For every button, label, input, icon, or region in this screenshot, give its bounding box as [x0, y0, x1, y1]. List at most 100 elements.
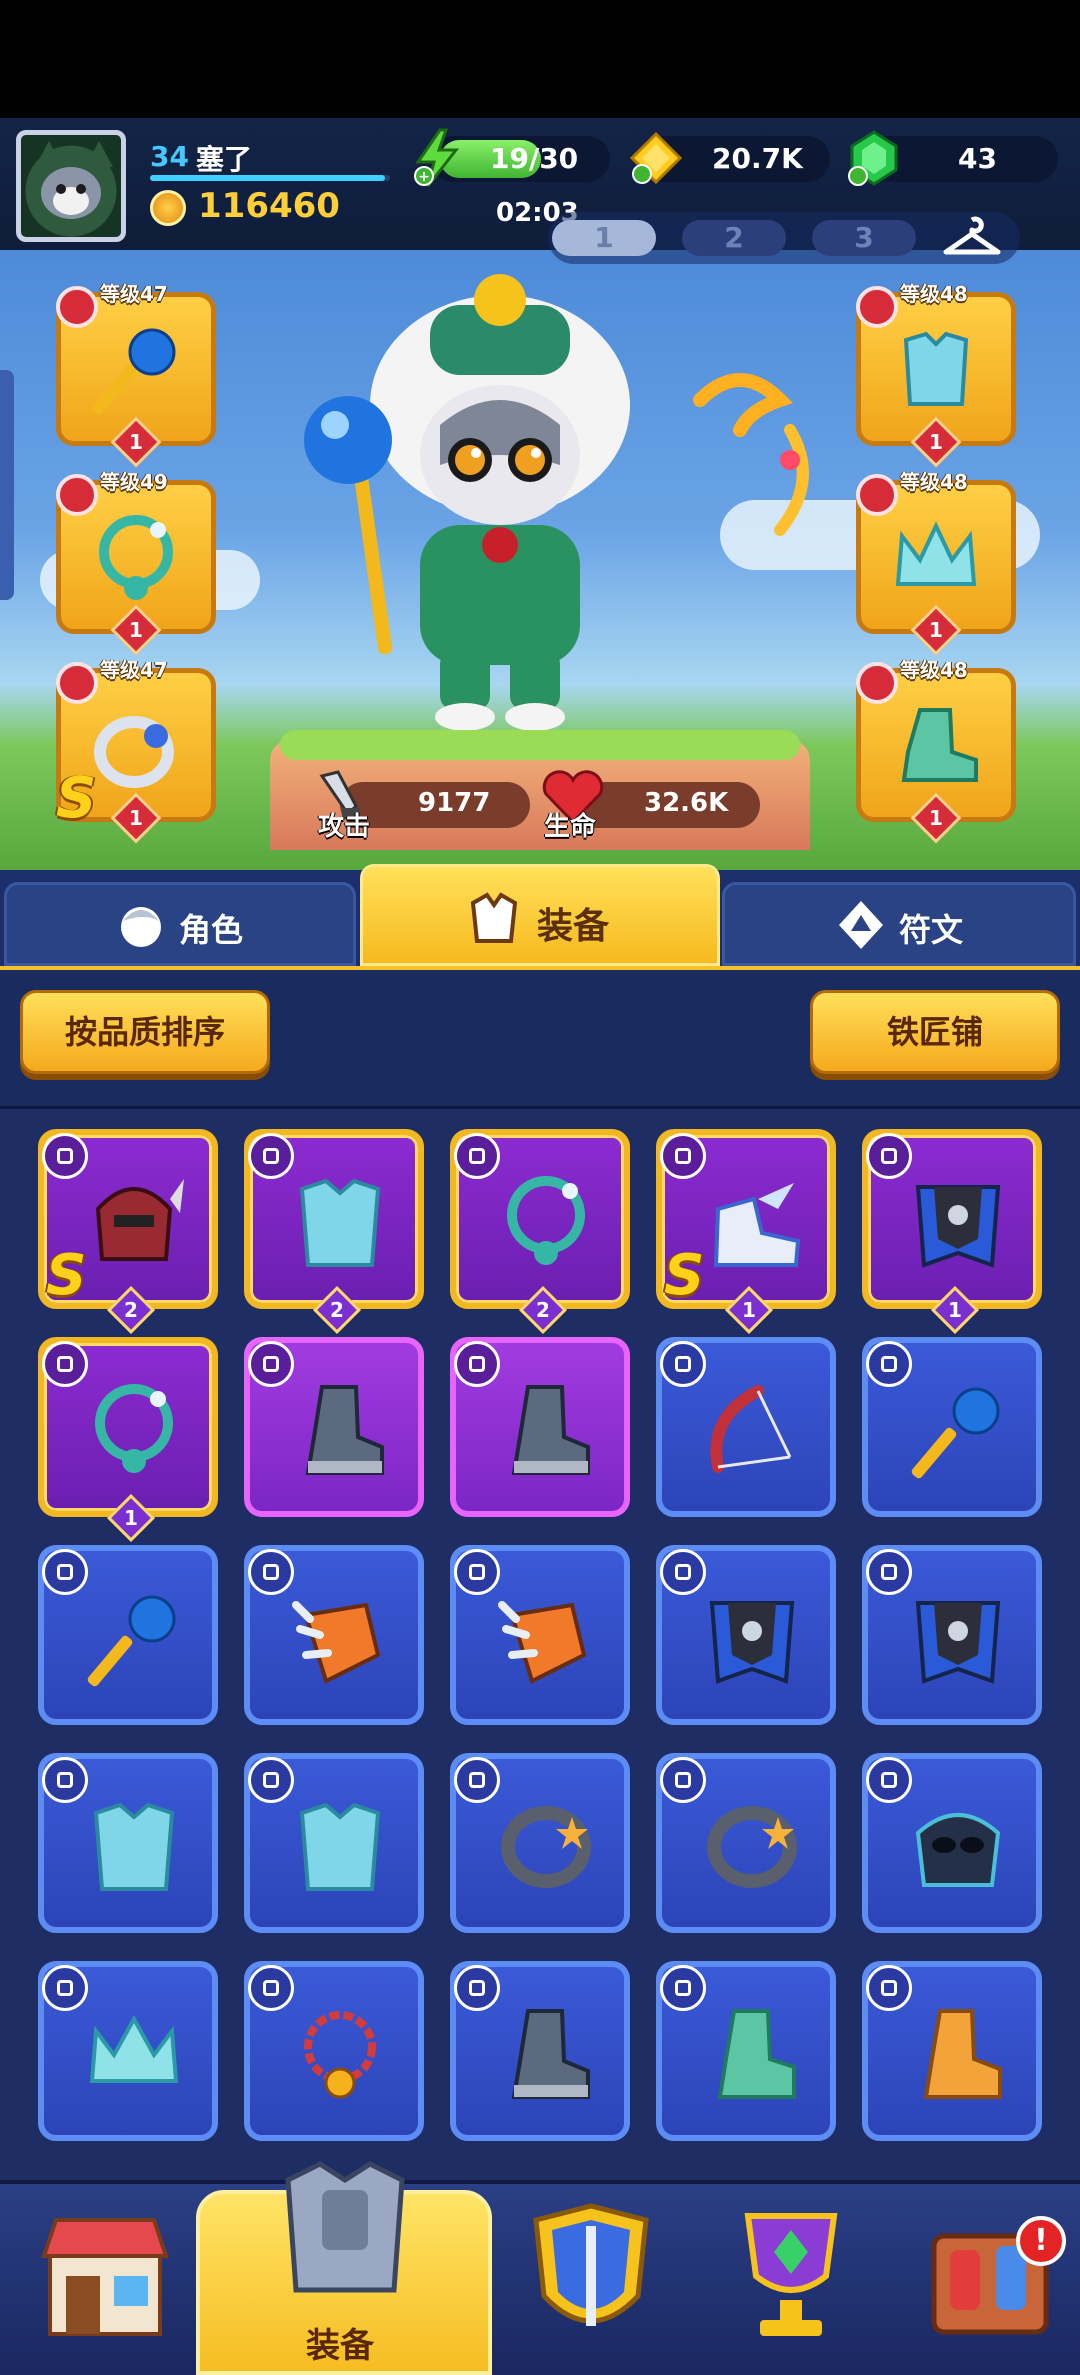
gold-icon	[629, 131, 683, 185]
inventory-item-steel-boots[interactable]	[450, 1961, 630, 2141]
hp-label: 生命	[544, 812, 597, 842]
loadout-tab-2[interactable]: 2	[682, 220, 786, 256]
inventory-item-teal-chest-armor[interactable]	[244, 1753, 424, 1933]
cat-hero[interactable]	[280, 255, 720, 745]
teal-chest-armor-icon	[93, 1802, 175, 1891]
inventory-item-red-bow[interactable]	[656, 1337, 836, 1517]
steel-boots-icon	[511, 2009, 590, 2099]
xp-fill	[150, 175, 386, 181]
tab-character[interactable]: 角色	[4, 882, 356, 966]
s-rank-mark: S	[56, 766, 97, 831]
inventory-item-winged-sneakers[interactable]: S1	[656, 1129, 836, 1335]
energy-value: 19/30	[490, 142, 579, 175]
tab-character-label: 角色	[179, 911, 244, 949]
dark-mask-helmet-icon	[915, 1813, 1001, 1887]
inventory-item-teal-chest-armor[interactable]	[38, 1753, 218, 1933]
count-badge: 1	[930, 1285, 980, 1335]
tab-rune-label: 符文	[899, 911, 964, 949]
count-badge: 2	[312, 1285, 362, 1335]
hp-value: 32.6K	[644, 788, 729, 818]
cat-avatar-icon	[41, 167, 101, 219]
player-avatar[interactable]	[16, 130, 126, 242]
star-ring-icon	[707, 1806, 797, 1888]
inventory-item-dark-mask-helmet[interactable]	[862, 1753, 1042, 1933]
inventory-item-orange-boots[interactable]	[862, 1961, 1042, 2141]
count-badge: 1	[724, 1285, 774, 1335]
s-rank-mark: S	[46, 1243, 87, 1308]
blue-orb-staff-icon	[91, 328, 176, 416]
steel-boots-icon	[305, 1385, 384, 1475]
orange-claw-icon	[498, 1601, 587, 1684]
hanger-icon[interactable]	[940, 214, 1004, 260]
attack-label: 攻击	[318, 812, 371, 842]
count-badge: 2	[518, 1285, 568, 1335]
loadout-tab-3[interactable]: 3	[812, 220, 916, 256]
winged-sneakers-icon	[713, 1183, 801, 1267]
equip-slot-ring[interactable]: 等级47 S 1	[56, 658, 216, 844]
inventory-item-orange-claw[interactable]	[244, 1545, 424, 1725]
loadout-tab-1[interactable]: 1	[552, 220, 656, 256]
inventory-item-star-ring[interactable]	[450, 1753, 630, 1933]
power-icon	[150, 190, 186, 226]
trophy-icon[interactable]	[716, 2196, 866, 2366]
inventory-item-dark-cape-armor[interactable]: 1	[862, 1129, 1042, 1335]
red-knight-helmet-icon	[95, 1179, 184, 1261]
inventory-grid: S222S111	[0, 1106, 1080, 2180]
tab-rune[interactable]: 符文	[722, 882, 1076, 966]
character-icon	[121, 907, 161, 947]
flame-pet	[693, 373, 809, 536]
shield-sword-icon[interactable]	[516, 2196, 666, 2366]
tab-equipment-label: 装备	[537, 906, 610, 947]
tab-equipment[interactable]: 装备	[360, 864, 720, 966]
inventory-item-red-knight-helmet[interactable]: S2	[38, 1129, 218, 1335]
attack-value: 9177	[418, 788, 491, 818]
red-chain-necklace-icon	[304, 2011, 376, 2099]
count-badge: 1	[106, 1493, 156, 1543]
teal-crown-icon	[895, 521, 977, 586]
inventory-item-dark-cape-armor[interactable]	[656, 1545, 836, 1725]
gem-icon	[848, 130, 898, 186]
equipment-icon[interactable]	[270, 2150, 420, 2320]
teal-vine-necklace-icon	[507, 1176, 585, 1265]
dark-cape-armor-icon	[915, 1185, 1001, 1268]
inventory-item-teal-vine-necklace[interactable]: 1	[38, 1337, 218, 1543]
teal-vine-necklace-icon	[99, 515, 173, 600]
nav-equipment-label: 装备	[306, 2326, 374, 2366]
inventory-item-blue-orb-staff[interactable]	[38, 1545, 218, 1725]
inventory-item-dark-cape-armor[interactable]	[862, 1545, 1042, 1725]
count-badge: 2	[106, 1285, 156, 1335]
gem-value: 43	[958, 142, 997, 175]
teal-chest-armor-icon	[299, 1178, 381, 1267]
inventory-item-steel-boots[interactable]	[450, 1337, 630, 1517]
equip-slot-weapon[interactable]: 等级47 1	[56, 282, 216, 468]
inventory-item-star-ring[interactable]	[656, 1753, 836, 1933]
sort-by-quality-button[interactable]: 按品质排序	[20, 990, 270, 1074]
inventory-item-steel-boots[interactable]	[244, 1337, 424, 1517]
equip-slot-boots[interactable]: 等级48 1	[856, 658, 1016, 844]
inventory-item-blue-orb-staff[interactable]	[862, 1337, 1042, 1517]
inventory-item-teal-vine-necklace[interactable]: 2	[450, 1129, 630, 1335]
inventory-item-teal-crown[interactable]	[38, 1961, 218, 2141]
inventory-item-red-chain-necklace[interactable]	[244, 1961, 424, 2141]
slot-level: 等级49	[100, 470, 168, 494]
svg-text:+: +	[418, 169, 430, 185]
inventory-item-teal-boots[interactable]	[656, 1961, 836, 2141]
slot-level: 等级47	[100, 658, 168, 682]
blue-orb-staff-icon	[87, 1595, 176, 1687]
equip-slot-necklace[interactable]: 等级49 1	[56, 470, 216, 656]
steel-boots-icon	[511, 1385, 590, 1475]
teal-vine-necklace-icon	[95, 1384, 173, 1473]
pedestal-top	[280, 730, 800, 760]
slot-level: 等级48	[900, 658, 968, 682]
rune-icon	[839, 901, 883, 949]
shop-icon[interactable]	[30, 2196, 180, 2366]
blacksmith-button[interactable]: 铁匠铺	[810, 990, 1060, 1074]
equip-slot-armor[interactable]: 等级48 1	[856, 282, 1016, 468]
teal-chest-armor-icon	[299, 1802, 381, 1891]
inventory-item-teal-chest-armor[interactable]: 2	[244, 1129, 424, 1335]
side-handle[interactable]	[0, 370, 14, 600]
equip-slot-helmet[interactable]: 等级48 1	[856, 470, 1016, 656]
s-rank-mark: S	[664, 1243, 705, 1308]
inventory-item-orange-claw[interactable]	[450, 1545, 630, 1725]
power-value: 116460	[198, 186, 340, 226]
